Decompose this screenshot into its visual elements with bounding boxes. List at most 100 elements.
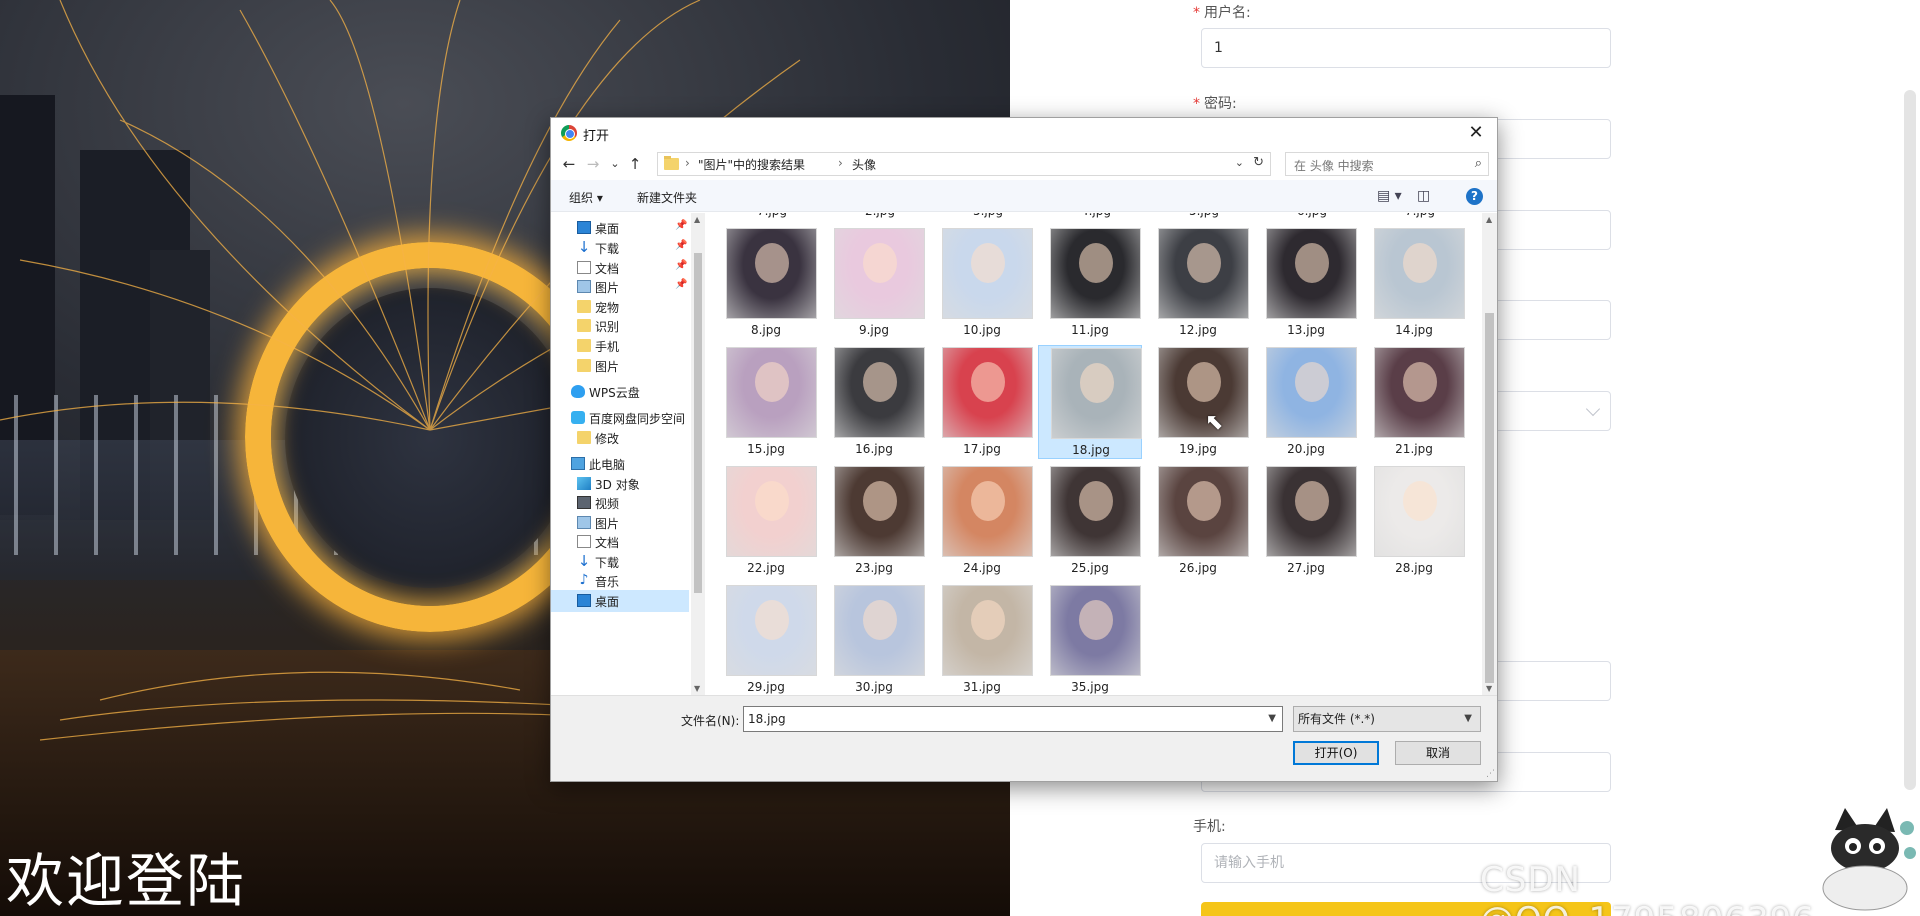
file-name-partial[interactable]: 5.jpg	[936, 213, 1040, 218]
sidebar-item[interactable]: ♪ 音乐	[551, 570, 689, 592]
file-tile[interactable]: 28.jpg	[1362, 464, 1466, 578]
image-thumbnail	[942, 585, 1033, 676]
file-tile[interactable]: 22.jpg	[714, 464, 818, 578]
new-folder-button[interactable]: 新建文件夹	[637, 189, 697, 206]
file-tile[interactable]: 24.jpg	[930, 464, 1034, 578]
sidebar-item-label: 音乐	[595, 575, 620, 589]
file-name-partial[interactable]: 6.jpg	[1260, 213, 1364, 218]
file-tile[interactable]: 11.jpg	[1038, 226, 1142, 340]
file-tile[interactable]: 31.jpg	[930, 583, 1034, 695]
file-tile[interactable]: 12.jpg	[1146, 226, 1250, 340]
sidebar-item[interactable]: WPS云盘	[551, 381, 689, 403]
download-icon: ↓	[577, 238, 591, 256]
chevron-down-icon: ▼	[1464, 713, 1472, 724]
file-name-partial[interactable]: 4.jpg	[1044, 213, 1148, 218]
file-name-partial[interactable]: 5.jpg	[1152, 213, 1256, 218]
file-tile[interactable]: 29.jpg	[714, 583, 818, 695]
file-tile[interactable]: 30.jpg	[822, 583, 926, 695]
sidebar-item[interactable]: 识别	[551, 315, 689, 337]
close-icon[interactable]: ✕	[1463, 121, 1489, 145]
sidebar-item[interactable]: 桌面	[551, 590, 689, 612]
image-thumbnail	[1266, 228, 1357, 319]
username-label: * 用户名:	[1193, 5, 1251, 21]
mouse-cursor-icon: ⬉	[1205, 410, 1224, 435]
sidebar-item-label: 修改	[595, 432, 620, 446]
file-tile[interactable]: 9.jpg	[822, 226, 926, 340]
forward-arrow-icon[interactable]: →	[583, 154, 603, 174]
cancel-button[interactable]: 取消	[1395, 741, 1481, 765]
video-icon	[577, 496, 591, 509]
file-tile[interactable]: 17.jpg	[930, 345, 1034, 459]
resize-grip-icon[interactable]: ⋰	[1486, 769, 1495, 779]
image-thumbnail	[1051, 348, 1142, 439]
navigation-scrollbar[interactable]: ▲ ▼	[691, 213, 705, 695]
organize-menu[interactable]: 组织 ▾	[569, 189, 603, 206]
sidebar-item-label: 下载	[595, 242, 620, 256]
breadcrumb-avatar[interactable]: 头像	[852, 156, 876, 173]
dialog-titlebar[interactable]: 打开 ✕	[551, 118, 1497, 148]
file-tile[interactable]: 15.jpg	[714, 345, 818, 459]
preview-pane-icon[interactable]: ◫	[1417, 188, 1430, 204]
file-name: 31.jpg	[963, 680, 1001, 694]
sidebar-item[interactable]: 百度网盘同步空间	[551, 407, 689, 429]
file-name-partial[interactable]: 7.jpg	[720, 213, 824, 218]
sidebar-item[interactable]: 桌面 📌	[551, 217, 689, 239]
sidebar-item-label: 桌面	[595, 595, 620, 609]
sidebar-item[interactable]: 图片	[551, 355, 689, 377]
search-input[interactable]: 在 头像 中搜索 ⌕	[1285, 152, 1489, 176]
file-tile[interactable]: 26.jpg	[1146, 464, 1250, 578]
sidebar-item[interactable]: 视频	[551, 492, 689, 514]
file-tile[interactable]: 20.jpg	[1254, 345, 1358, 459]
image-thumbnail	[726, 466, 817, 557]
folder-icon	[577, 431, 591, 444]
file-tile[interactable]: 16.jpg	[822, 345, 926, 459]
image-thumbnail	[1158, 228, 1249, 319]
chevron-down-icon[interactable]: ▼	[1268, 707, 1276, 731]
file-name: 11.jpg	[1071, 323, 1109, 337]
chevron-down-icon	[1585, 401, 1601, 417]
file-tile[interactable]: 21.jpg	[1362, 345, 1466, 459]
breadcrumb-search-results[interactable]: "图片"中的搜索结果	[698, 156, 805, 173]
view-options-icon[interactable]: ▤ ▾	[1377, 188, 1402, 204]
filetype-select[interactable]: 所有文件 (*.*) ▼	[1293, 706, 1481, 732]
file-name-partial[interactable]: 2.jpg	[828, 213, 932, 218]
chevron-down-icon[interactable]: ⌄	[1235, 156, 1244, 169]
folder-icon	[577, 300, 591, 313]
back-arrow-icon[interactable]: ←	[559, 154, 579, 174]
file-tile[interactable]: 10.jpg	[930, 226, 1034, 340]
document-icon	[577, 535, 591, 548]
sidebar-item[interactable]: 手机	[551, 335, 689, 357]
file-tile[interactable]: 8.jpg	[714, 226, 818, 340]
recent-locations-icon[interactable]: ⌄	[605, 154, 625, 174]
file-tile[interactable]: 23.jpg	[822, 464, 926, 578]
up-arrow-icon[interactable]: ↑	[625, 154, 645, 174]
file-tile[interactable]: 13.jpg	[1254, 226, 1358, 340]
file-tile[interactable]: 25.jpg	[1038, 464, 1142, 578]
desktop-icon	[577, 221, 591, 234]
file-tile[interactable]: 14.jpg	[1362, 226, 1466, 340]
image-thumbnail	[1158, 347, 1249, 438]
file-grid-scrollbar[interactable]: ▲ ▼	[1482, 213, 1497, 695]
file-name-partial[interactable]: 7.jpg	[1368, 213, 1472, 218]
image-thumbnail	[1050, 228, 1141, 319]
address-bar[interactable]: › "图片"中的搜索结果 › 头像 ⌄ ↻	[657, 152, 1271, 176]
file-tile[interactable]: 19.jpg	[1146, 345, 1250, 459]
welcome-heading: 欢迎登陆	[6, 847, 247, 915]
sidebar-item[interactable]: 图片 📌	[551, 276, 689, 298]
open-button[interactable]: 打开(O)	[1293, 741, 1379, 765]
sidebar-item-label: 图片	[595, 517, 620, 531]
help-icon[interactable]: ?	[1466, 188, 1483, 205]
username-input[interactable]: 1	[1201, 28, 1611, 68]
sidebar-item[interactable]: 此电脑	[551, 453, 689, 475]
file-tile[interactable]: 27.jpg	[1254, 464, 1358, 578]
refresh-icon[interactable]: ↻	[1253, 155, 1264, 170]
image-thumbnail	[726, 347, 817, 438]
sidebar-item[interactable]: 文档	[551, 531, 689, 553]
sidebar-item-label: 百度网盘同步空间	[589, 412, 686, 426]
sidebar-item[interactable]: 修改	[551, 427, 689, 449]
sidebar-item[interactable]: ↓ 下载 📌	[551, 237, 689, 259]
page-scrollbar[interactable]	[1904, 90, 1916, 790]
file-tile[interactable]: 35.jpg	[1038, 583, 1142, 695]
filename-input[interactable]: 18.jpg ▼	[743, 706, 1283, 732]
file-tile[interactable]: 18.jpg	[1038, 345, 1142, 459]
